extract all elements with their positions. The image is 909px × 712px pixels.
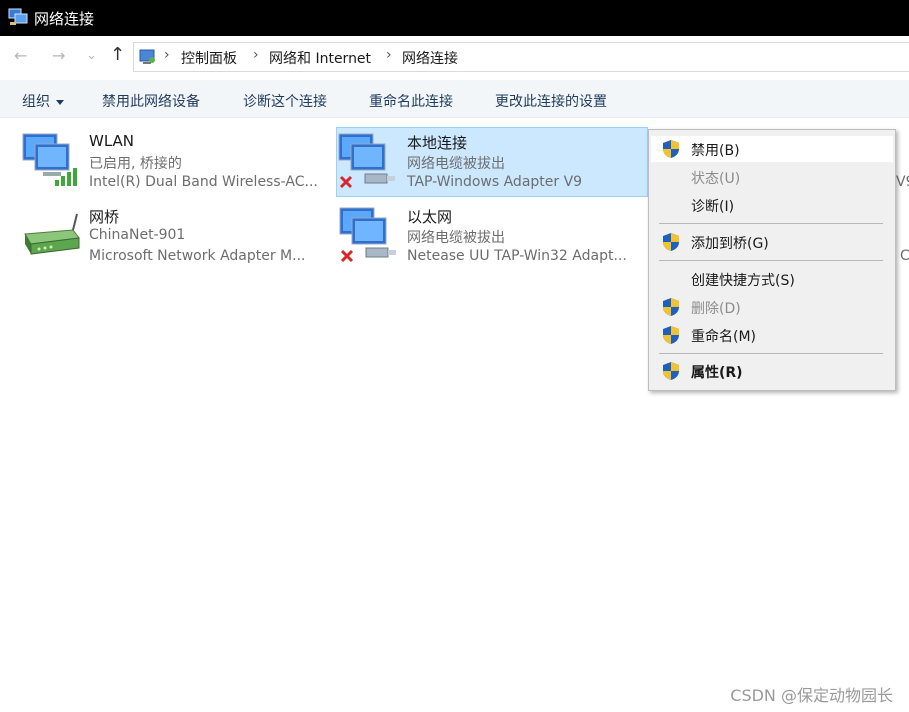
connection-status: 网络电缆被拔出 — [407, 156, 505, 172]
control-panel-icon — [139, 49, 155, 64]
rename-connection-button[interactable]: 重命名此连接 — [369, 91, 453, 111]
uac-shield-icon — [663, 140, 679, 158]
organize-button[interactable]: 组织 — [22, 91, 64, 111]
connection-device: Intel(R) Dual Band Wireless-AC... — [89, 174, 318, 190]
connection-item-bridge[interactable]: 网桥 ChinaNet-901 Microsoft Network Adapte… — [21, 202, 331, 272]
router-icon — [24, 213, 80, 255]
address-bar[interactable]: › 控制面板 › 网络和 Internet › 网络连接 — [133, 42, 909, 72]
uac-shield-icon — [663, 362, 679, 380]
up-button[interactable]: ↑ — [110, 45, 125, 65]
connection-name: 本地连接 — [407, 134, 468, 152]
connection-name: 以太网 — [407, 208, 453, 226]
uac-shield-icon — [663, 233, 679, 251]
menu-item-label: 诊断(I) — [691, 199, 735, 215]
back-button[interactable]: ← — [14, 46, 27, 66]
menu-item-label: 属性(R) — [691, 365, 743, 381]
menu-divider — [659, 223, 883, 224]
diagnose-connection-button[interactable]: 诊断这个连接 — [243, 91, 327, 111]
window-title: 网络连接 — [34, 10, 95, 28]
menu-item-properties[interactable]: 属性(R) — [651, 358, 893, 384]
menu-divider — [659, 353, 883, 354]
connection-device: Microsoft Network Adapter M... — [89, 248, 306, 264]
menu-divider — [659, 260, 883, 261]
breadcrumb-separator: › — [164, 47, 170, 63]
context-menu: 禁用(B) 状态(U) 诊断(I) 添加到桥(G) 创建快捷方式(S) 删除(D… — [648, 129, 896, 391]
command-bar: 组织 禁用此网络设备 诊断这个连接 重命名此连接 更改此连接的设置 — [0, 80, 909, 118]
breadcrumb-separator: › — [386, 47, 392, 63]
clipped-device-text: C — [900, 248, 909, 264]
wifi-adapter-icon — [22, 133, 77, 186]
menu-item-label: 添加到桥(G) — [691, 236, 769, 252]
navigation-bar: ← → ⌄ ↑ › 控制面板 › 网络和 Internet › 网络连接 — [0, 36, 909, 78]
change-settings-button[interactable]: 更改此连接的设置 — [495, 91, 607, 111]
organize-label: 组织 — [22, 94, 50, 110]
menu-item-status[interactable]: 状态(U) — [651, 164, 893, 190]
breadcrumb-network-connections[interactable]: 网络连接 — [402, 48, 458, 68]
menu-item-label: 删除(D) — [691, 301, 741, 317]
title-bar: 网络连接 — [0, 0, 909, 36]
uac-shield-icon — [663, 326, 679, 344]
connection-device: Netease UU TAP-Win32 Adapt... — [407, 248, 627, 264]
menu-item-create-shortcut[interactable]: 创建快捷方式(S) — [651, 266, 893, 292]
menu-item-label: 重命名(M) — [691, 329, 757, 345]
connection-item-ethernet[interactable]: 以太网 网络电缆被拔出 Netease UU TAP-Win32 Adapt..… — [338, 202, 648, 272]
connection-device: TAP-Windows Adapter V9 — [407, 174, 583, 190]
menu-item-label: 状态(U) — [691, 171, 741, 187]
connection-item-wlan[interactable]: WLAN 已启用, 桥接的 Intel(R) Dual Band Wireles… — [21, 128, 331, 198]
recent-locations-button[interactable]: ⌄ — [86, 46, 97, 66]
connection-name: WLAN — [89, 132, 135, 150]
ethernet-disconnected-icon — [339, 207, 396, 263]
breadcrumb-network-and-internet[interactable]: 网络和 Internet — [269, 48, 371, 68]
menu-item-rename[interactable]: 重命名(M) — [651, 322, 893, 348]
breadcrumb-separator: › — [253, 47, 259, 63]
disable-device-button[interactable]: 禁用此网络设备 — [102, 91, 200, 111]
menu-item-delete[interactable]: 删除(D) — [651, 294, 893, 320]
chevron-down-icon — [56, 99, 64, 105]
connection-status: 网络电缆被拔出 — [407, 230, 505, 246]
uac-shield-icon — [663, 298, 679, 316]
clipped-device-text: V9 — [896, 174, 909, 190]
breadcrumb-control-panel[interactable]: 控制面板 — [181, 48, 237, 68]
ethernet-disconnected-icon — [338, 133, 395, 189]
watermark: CSDN @保定动物园长 — [730, 686, 893, 705]
network-connections-icon — [8, 8, 28, 25]
menu-item-add-to-bridge[interactable]: 添加到桥(G) — [651, 229, 893, 255]
connection-status: 已启用, 桥接的 — [89, 156, 182, 172]
menu-item-label: 禁用(B) — [691, 143, 740, 159]
menu-item-diagnose[interactable]: 诊断(I) — [651, 192, 893, 218]
menu-item-disable[interactable]: 禁用(B) — [651, 136, 893, 162]
connection-status: ChinaNet-901 — [89, 227, 186, 243]
connection-item-local[interactable]: 本地连接 网络电缆被拔出 TAP-Windows Adapter V9 — [336, 127, 648, 197]
forward-button[interactable]: → — [52, 46, 65, 66]
connection-name: 网桥 — [89, 208, 120, 226]
menu-item-label: 创建快捷方式(S) — [691, 273, 795, 289]
